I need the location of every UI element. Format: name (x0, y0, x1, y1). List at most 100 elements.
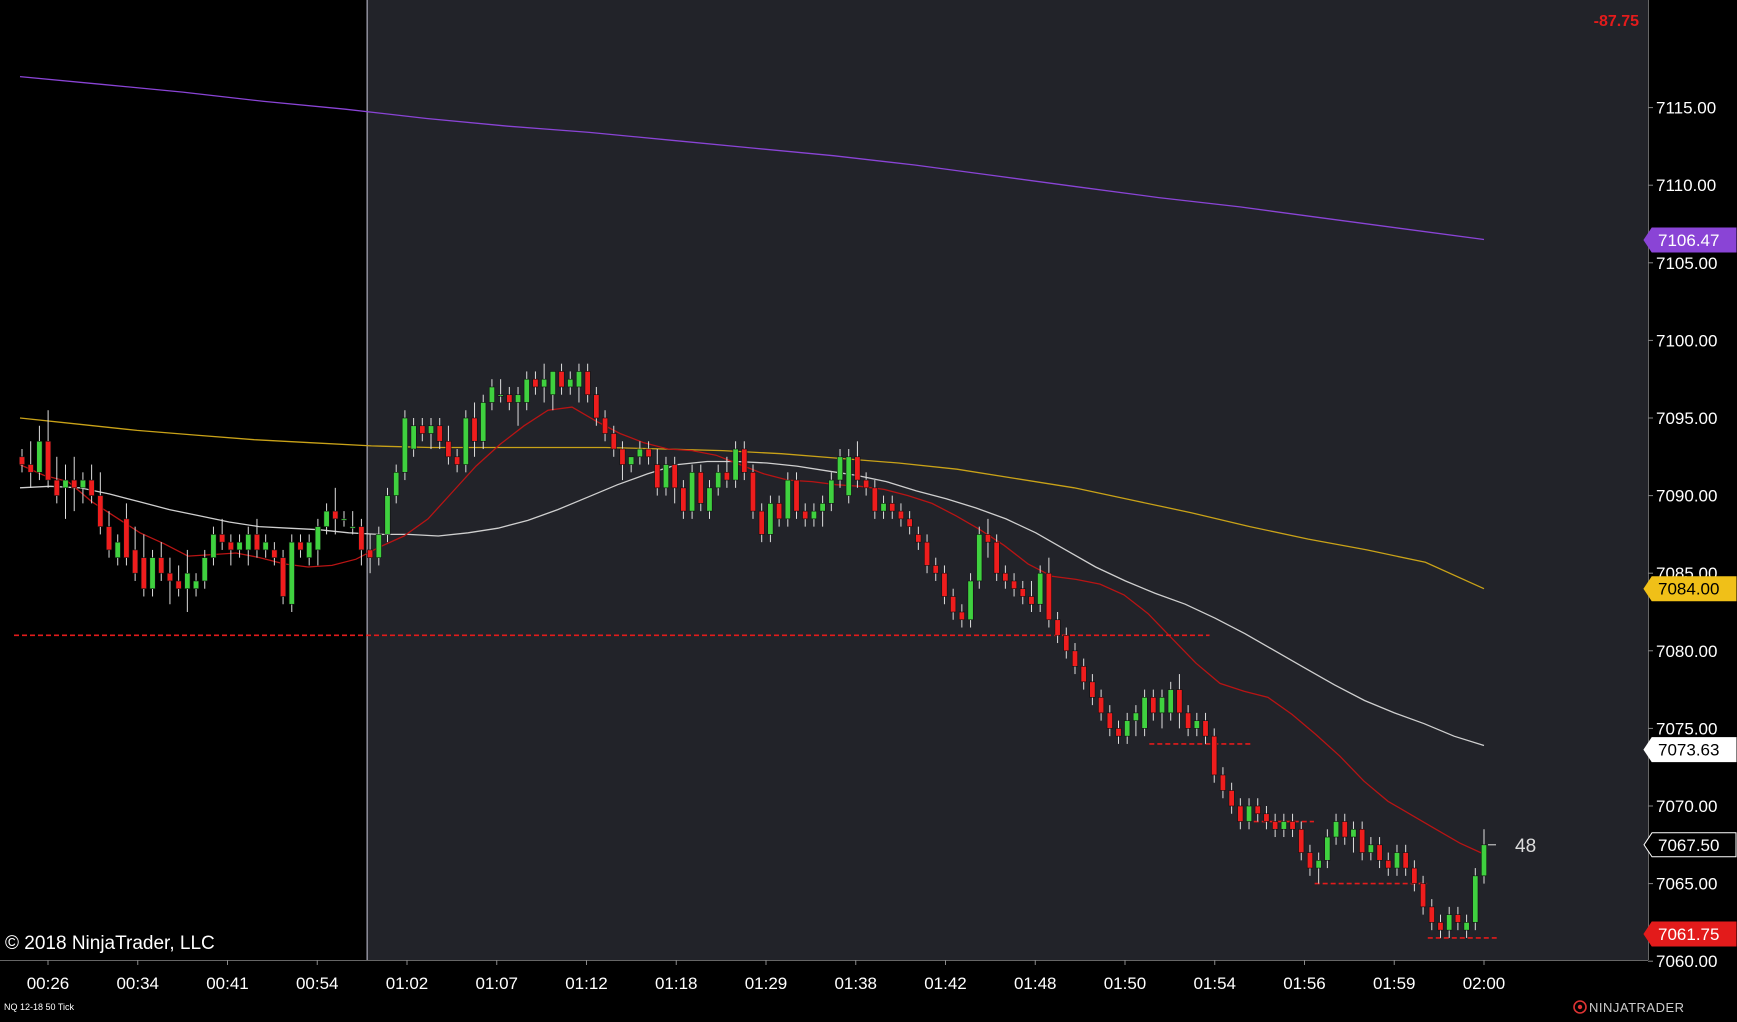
candle-down (1428, 906, 1435, 923)
candle-down (132, 549, 139, 574)
candle-up (828, 479, 835, 504)
candle-down (280, 557, 287, 597)
candle-up (349, 526, 356, 529)
candle-down (1272, 821, 1279, 830)
candle-down (1089, 681, 1096, 698)
candle-down (889, 503, 896, 512)
candle-up (1132, 712, 1139, 721)
candle-down (1185, 712, 1192, 729)
y-tick-label: 7075.00 (1656, 719, 1717, 738)
y-tick-label: 7070.00 (1656, 797, 1717, 816)
candle-down (932, 565, 939, 574)
candle-up (384, 495, 391, 535)
candle-up (967, 580, 974, 621)
candle-down (854, 456, 861, 481)
candle-down (106, 526, 113, 551)
chart-panel[interactable]: 7115.00 7110.00 7105.00 7100.00 7095.00 7090.… (0, 0, 1737, 1017)
candle-up (1393, 852, 1400, 869)
candle-down (1420, 883, 1427, 908)
candle-down (532, 378, 539, 388)
candle-up (1324, 836, 1331, 861)
candle-down (950, 596, 957, 613)
candle-down (1071, 650, 1078, 667)
candle-up (480, 402, 487, 442)
candle-up (1037, 572, 1044, 605)
candle-down (332, 510, 339, 520)
candle-up (428, 425, 435, 434)
y-tick-label: 7090.00 (1656, 487, 1717, 506)
candle-down (1054, 619, 1061, 636)
candle-down (1045, 572, 1052, 621)
candle-down (984, 534, 991, 543)
candle-down (1150, 697, 1157, 714)
candle-down (619, 448, 626, 465)
candle-down (436, 425, 443, 442)
candle-down (1202, 720, 1209, 737)
x-tick-label: 01:50 (1104, 974, 1147, 993)
candle-up (262, 541, 269, 551)
candle-down (71, 479, 78, 489)
candle-down (1063, 634, 1070, 652)
candle-down (958, 611, 965, 621)
candle-down (1106, 712, 1113, 729)
x-tick-label: 01:38 (834, 974, 877, 993)
candle-down (924, 541, 931, 566)
candle-down (1263, 813, 1270, 822)
candle-up (1367, 844, 1374, 853)
candle-up (62, 479, 69, 489)
candle-up (1446, 914, 1453, 931)
candle-down (1411, 867, 1418, 884)
candle-up (1280, 821, 1287, 830)
candle-down (776, 503, 783, 520)
candle-up (628, 456, 635, 465)
price-marker-label: 7084.00 (1658, 580, 1719, 599)
candle-down (610, 433, 617, 450)
candle-up (636, 448, 643, 458)
candle-up (114, 541, 121, 558)
candle-down (1211, 735, 1218, 776)
candle-up (1315, 860, 1322, 869)
pnl-readout: -87.75 (1594, 13, 1639, 30)
candle-down (802, 510, 809, 520)
candle-down (1011, 580, 1018, 590)
candle-down (1341, 821, 1348, 838)
candle-up (1246, 805, 1253, 822)
candle-down (97, 495, 104, 527)
candle-down (1289, 821, 1296, 830)
candle-down (1454, 914, 1461, 923)
candle-up (1350, 828, 1357, 838)
price-marker: 7067.50 (1643, 832, 1737, 858)
candle-down (1402, 852, 1409, 869)
candle-down (1219, 774, 1226, 791)
ninjatrader-logo: NINJATRADER (1573, 1000, 1684, 1015)
candle-down (758, 510, 765, 535)
x-tick-label: 00:26 (27, 974, 70, 993)
candle-up (715, 472, 722, 489)
session-background (366, 0, 1648, 960)
candle-up (732, 448, 739, 481)
candle-down (419, 425, 426, 434)
candle-down (271, 549, 278, 558)
candle-down (253, 534, 260, 551)
candle-down (793, 479, 800, 512)
candle-up (1463, 922, 1470, 931)
candle-down (1254, 805, 1261, 815)
candle-up (1333, 821, 1340, 838)
x-tick-label: 00:41 (206, 974, 249, 993)
candle-up (1193, 720, 1200, 729)
instrument-label: NQ 12-18 50 Tick (4, 1002, 75, 1012)
y-tick-label: 7060.00 (1656, 952, 1717, 971)
candle-down (906, 518, 913, 527)
candle-up (819, 503, 826, 512)
candle-up (541, 378, 548, 388)
candle-down (941, 572, 948, 597)
candle-up (845, 456, 852, 496)
candle-down (1437, 922, 1444, 931)
candle-up (462, 417, 469, 465)
y-tick-label: 7105.00 (1656, 254, 1717, 273)
candle-down (1376, 844, 1383, 861)
candle-up (306, 541, 313, 558)
candle-up (810, 510, 817, 520)
price-chart[interactable]: 7115.00 7110.00 7105.00 7100.00 7095.00 7090.… (0, 0, 1737, 1017)
candle-down (915, 534, 922, 543)
